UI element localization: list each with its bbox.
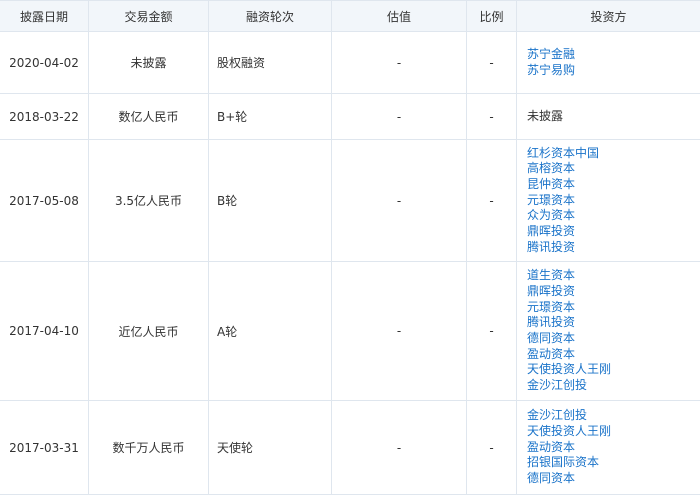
investor-link[interactable]: 众为资本 (527, 208, 700, 224)
investor-link[interactable]: 昆仲资本 (527, 177, 700, 193)
cell-round: B+轮 (208, 93, 332, 140)
cell-amount: 未披露 (88, 31, 209, 94)
cell-amount: 数千万人民币 (88, 400, 209, 495)
investor-link[interactable]: 苏宁易购 (527, 63, 700, 79)
investor-link[interactable]: 腾讯投资 (527, 315, 700, 331)
cell-round: 股权融资 (208, 31, 332, 94)
investor-link[interactable]: 高榕资本 (527, 161, 700, 177)
investor-link[interactable]: 道生资本 (527, 268, 700, 284)
investor-link[interactable]: 元璟资本 (527, 300, 700, 316)
table-row: 2020-04-02 未披露 股权融资 - - 苏宁金融 苏宁易购 (0, 31, 700, 94)
investor-link[interactable]: 盈动资本 (527, 440, 700, 456)
cell-investors: 未披露 (516, 93, 700, 140)
investor-link[interactable]: 天使投资人王刚 (527, 362, 700, 378)
cell-date: 2018-03-22 (0, 93, 89, 140)
cell-round: A轮 (208, 261, 332, 401)
investor-link[interactable]: 金沙江创投 (527, 408, 700, 424)
header-valuation: 估值 (331, 0, 467, 32)
table-body: 2020-04-02 未披露 股权融资 - - 苏宁金融 苏宁易购 2018-03-22 数亿人… (0, 31, 700, 495)
investor-link[interactable]: 红杉资本中国 (527, 146, 700, 162)
financing-history-table: 披露日期 交易金额 融资轮次 估值 比例 投资方 2020-04-02 未披露 股权… (0, 0, 700, 495)
table-row: 2018-03-22 数亿人民币 B+轮 - - 未披露 (0, 93, 700, 140)
investor-link[interactable]: 鼎晖投资 (527, 284, 700, 300)
investor-text: 未披露 (527, 108, 564, 123)
cell-investors: 红杉资本中国 高榕资本 昆仲资本 元璟资本 众为资本 鼎晖投资 腾讯投资 (516, 139, 700, 262)
cell-amount: 3.5亿人民币 (88, 139, 209, 262)
investor-link[interactable]: 德同资本 (527, 471, 700, 487)
header-disclosure-date: 披露日期 (0, 0, 89, 32)
cell-valuation: - (331, 31, 467, 94)
cell-valuation: - (331, 261, 467, 401)
cell-investors: 金沙江创投 天使投资人王刚 盈动资本 招银国际资本 德同资本 (516, 400, 700, 495)
investor-link[interactable]: 金沙江创投 (527, 378, 700, 394)
cell-date: 2020-04-02 (0, 31, 89, 94)
investor-link[interactable]: 德同资本 (527, 331, 700, 347)
investor-link[interactable]: 盈动资本 (527, 347, 700, 363)
cell-ratio: - (466, 261, 517, 401)
table-header-row: 披露日期 交易金额 融资轮次 估值 比例 投资方 (0, 0, 700, 32)
cell-ratio: - (466, 139, 517, 262)
cell-investors: 苏宁金融 苏宁易购 (516, 31, 700, 94)
table-row: 2017-04-10 近亿人民币 A轮 - - 道生资本 鼎晖投资 元璟资本 腾讯投资 德同资本盈… (0, 261, 700, 401)
investor-link[interactable]: 苏宁金融 (527, 47, 700, 63)
table-row: 2017-05-08 3.5亿人民币 B轮 - - 红杉资本中国 高榕资本 昆仲资本 元璟资本众… (0, 139, 700, 262)
cell-date: 2017-03-31 (0, 400, 89, 495)
header-deal-amount: 交易金额 (88, 0, 209, 32)
cell-amount: 数亿人民币 (88, 93, 209, 140)
investor-link[interactable]: 天使投资人王刚 (527, 424, 700, 440)
cell-ratio: - (466, 31, 517, 94)
investor-link[interactable]: 腾讯投资 (527, 240, 700, 256)
cell-round: B轮 (208, 139, 332, 262)
cell-valuation: - (331, 93, 467, 140)
cell-round: 天使轮 (208, 400, 332, 495)
investor-link[interactable]: 鼎晖投资 (527, 224, 700, 240)
cell-valuation: - (331, 139, 467, 262)
cell-ratio: - (466, 93, 517, 140)
header-ratio: 比例 (466, 0, 517, 32)
investor-link[interactable]: 招银国际资本 (527, 455, 700, 471)
cell-date: 2017-05-08 (0, 139, 89, 262)
cell-ratio: - (466, 400, 517, 495)
header-investors: 投资方 (516, 0, 700, 32)
cell-amount: 近亿人民币 (88, 261, 209, 401)
cell-date: 2017-04-10 (0, 261, 89, 401)
table-row: 2017-03-31 数千万人民币 天使轮 - - 金沙江创投 天使投资人王刚 盈动资本 招银国… (0, 400, 700, 495)
investor-link[interactable]: 元璟资本 (527, 193, 700, 209)
header-funding-round: 融资轮次 (208, 0, 332, 32)
cell-investors: 道生资本 鼎晖投资 元璟资本 腾讯投资 德同资本 盈动资本 天使投资人王刚 金沙江创投 (516, 261, 700, 401)
cell-valuation: - (331, 400, 467, 495)
